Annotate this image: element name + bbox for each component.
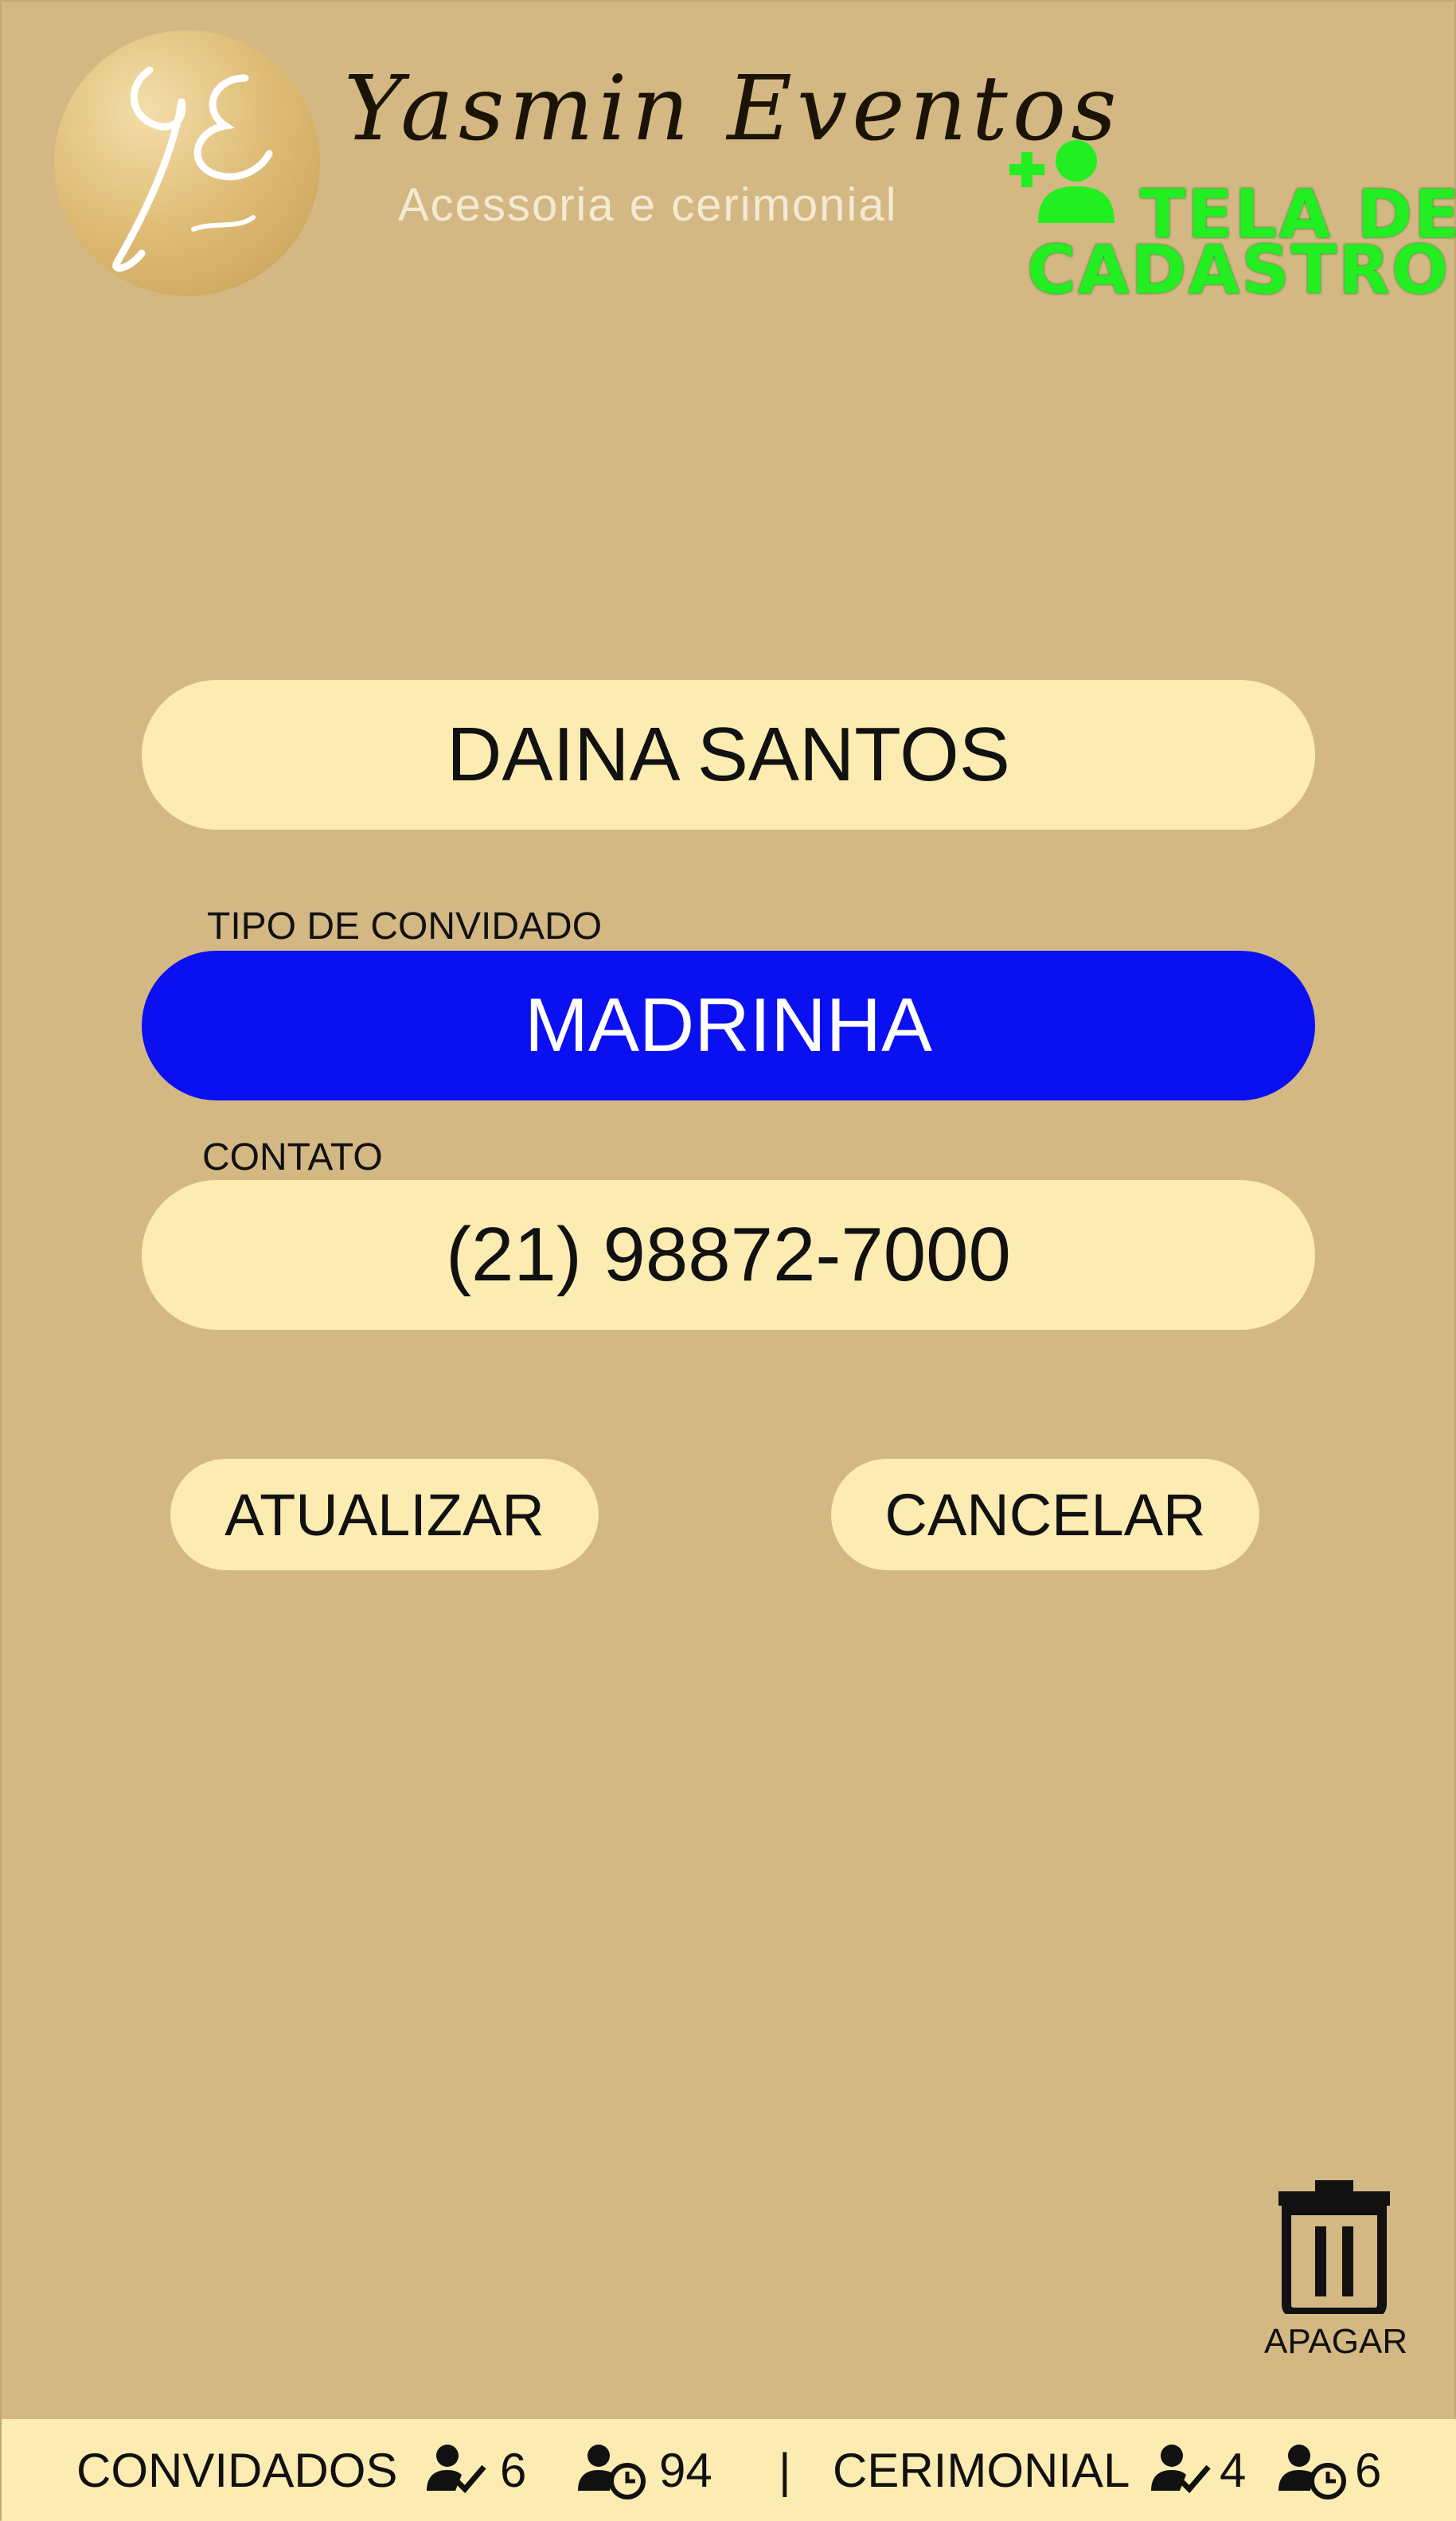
guests-pending-count: 94 — [659, 2444, 712, 2497]
user-clock-icon — [1278, 2445, 1346, 2500]
delete-label: APAGAR — [1264, 2322, 1408, 2361]
update-button[interactable]: ATUALIZAR — [170, 1459, 599, 1570]
user-check-icon — [427, 2445, 486, 2494]
screen-title-line2: CADASTRO — [1027, 231, 1450, 309]
contact-field[interactable]: (21) 98872-7000 — [142, 1180, 1315, 1330]
add-user-icon — [1009, 140, 1114, 223]
screen-title: TELA DE CADASTRO — [1006, 137, 1456, 312]
trash-icon[interactable] — [1275, 2179, 1393, 2314]
cancel-button[interactable]: CANCELAR — [831, 1459, 1259, 1570]
status-bar: CONVIDADOS 6 94 | CERIMONIAL 4 6 — [2, 2419, 1456, 2521]
user-clock-icon — [578, 2445, 646, 2500]
registration-screen: Yasmin Eventos Acessoria e cerimonial TE… — [0, 0, 1456, 2521]
guest-type-label: TIPO DE CONVIDADO — [207, 905, 603, 948]
ceremonial-label: CERIMONIAL — [833, 2444, 1130, 2497]
ceremonial-pending-count: 6 — [1355, 2444, 1382, 2497]
contact-label: CONTATO — [202, 1136, 383, 1178]
ceremonial-confirmed-count: 4 — [1220, 2444, 1247, 2497]
brand-logo — [54, 30, 320, 296]
guests-confirmed-count: 6 — [500, 2444, 527, 2497]
logo-monogram-icon — [112, 66, 273, 272]
guests-label: CONVIDADOS — [76, 2444, 398, 2497]
brand-tagline: Acessoria e cerimonial — [398, 179, 898, 231]
user-check-icon — [1151, 2445, 1211, 2494]
guest-name-field[interactable]: DAINA SANTOS — [142, 680, 1315, 830]
bar-separator: | — [779, 2444, 791, 2497]
brand-name: Yasmin Eventos — [344, 57, 1122, 161]
guest-type-select[interactable]: MADRINHA — [142, 951, 1315, 1100]
